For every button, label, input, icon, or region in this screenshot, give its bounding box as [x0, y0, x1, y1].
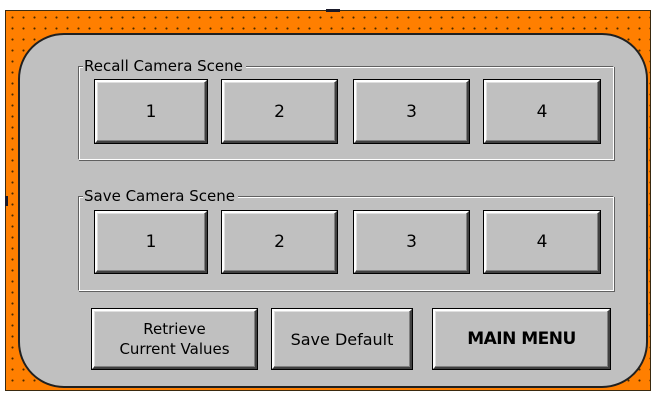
main-menu-label: MAIN MENU: [467, 329, 576, 349]
recall-scene-1-button[interactable]: 1: [95, 80, 207, 143]
left-edge-marker: [5, 196, 8, 206]
save-default-button[interactable]: Save Default: [272, 309, 412, 369]
save-scene-2-label: 2: [274, 232, 285, 252]
save-scene-1-label: 1: [145, 232, 157, 252]
save-scene-4-label: 4: [536, 232, 548, 252]
recall-scene-2-label: 2: [274, 101, 285, 122]
save-default-label: Save Default: [290, 329, 394, 349]
save-scene-3-button[interactable]: 3: [354, 211, 469, 273]
recall-group-label: Recall Camera Scene: [83, 56, 246, 76]
retrieve-current-values-button[interactable]: Retrieve Current Values: [92, 309, 257, 369]
camera-scene-screen: Recall Camera Scene 1 2 3 4 Save Camera …: [0, 0, 657, 403]
save-scene-3-label: 3: [406, 232, 417, 252]
recall-scene-3-label: 3: [406, 101, 417, 122]
main-menu-button[interactable]: MAIN MENU: [433, 309, 610, 369]
save-scene-4-button[interactable]: 4: [484, 211, 600, 273]
top-edge-marker: [326, 9, 340, 12]
recall-scene-4-label: 4: [536, 101, 548, 122]
retrieve-current-values-label: Retrieve Current Values: [119, 320, 230, 358]
recall-scene-4-button[interactable]: 4: [484, 80, 600, 143]
recall-scene-2-button[interactable]: 2: [222, 80, 337, 143]
save-group-label: Save Camera Scene: [83, 186, 238, 206]
save-scene-2-button[interactable]: 2: [222, 211, 337, 273]
recall-scene-1-label: 1: [145, 101, 157, 122]
recall-scene-3-button[interactable]: 3: [354, 80, 469, 143]
save-scene-1-button[interactable]: 1: [95, 211, 207, 273]
